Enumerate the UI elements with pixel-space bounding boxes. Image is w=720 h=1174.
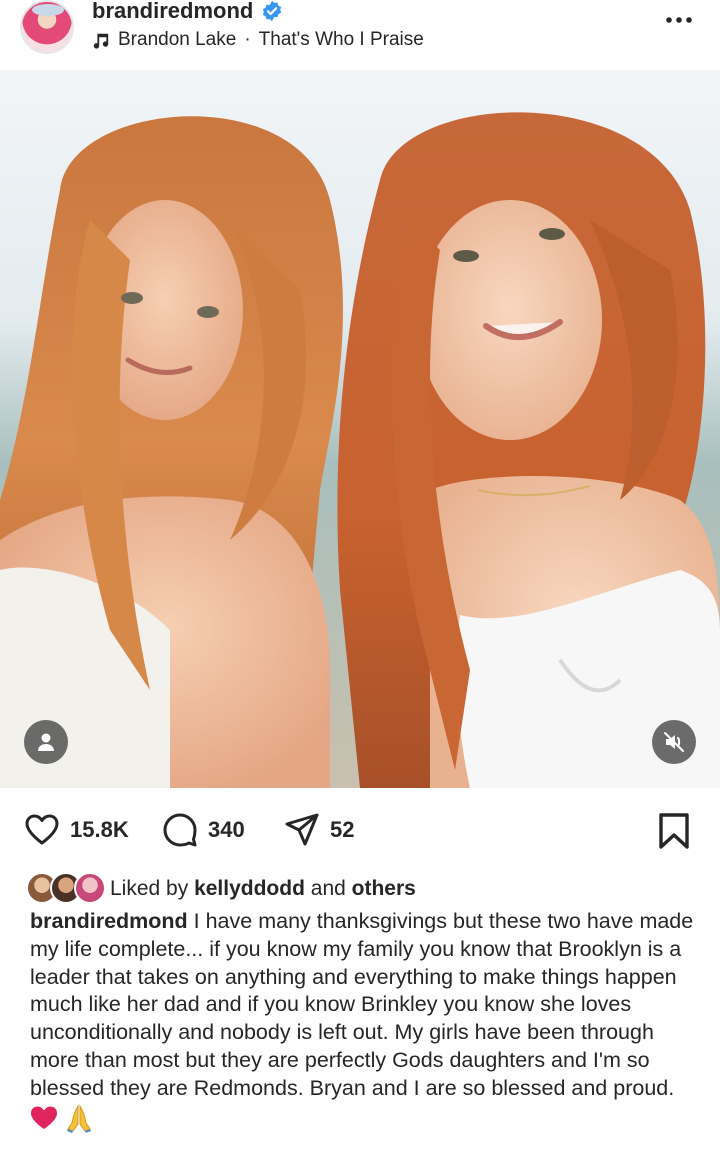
music-note-icon	[93, 33, 109, 49]
music-separator: ·	[244, 29, 251, 50]
username-row: brandiredmond	[92, 0, 283, 24]
liked-by-others[interactable]: others	[352, 877, 416, 901]
caption-text: I have many thanksgivings but these two …	[30, 909, 694, 1100]
speaker-muted-icon	[664, 732, 684, 752]
like-count: 15.8K	[70, 817, 129, 842]
liked-by-row[interactable]: Liked by kellyddodd and others	[26, 872, 416, 906]
tagged-users-button[interactable]	[24, 720, 68, 764]
author-avatar[interactable]	[20, 0, 74, 54]
caption-author[interactable]: brandiredmond	[30, 909, 188, 933]
post-photo[interactable]	[0, 70, 720, 788]
red-heart-emoji	[30, 1105, 58, 1139]
more-options-icon[interactable]	[664, 8, 694, 32]
user-tag-icon	[38, 733, 54, 751]
comment-count: 340	[208, 817, 245, 842]
liked-by-joiner: and	[310, 877, 346, 900]
post-actions: 15.8K 340 52	[0, 800, 720, 862]
share-action[interactable]: 52	[284, 812, 354, 848]
bookmark-icon[interactable]	[656, 812, 692, 850]
music-attribution[interactable]: Brandon Lake · That's Who I Praise	[92, 29, 424, 51]
heart-icon	[25, 814, 59, 845]
liked-by-user[interactable]: kellyddodd	[194, 877, 305, 901]
mute-toggle-button[interactable]	[652, 720, 696, 764]
comment-icon	[163, 813, 197, 847]
photo-illustration	[0, 70, 720, 788]
share-count: 52	[330, 817, 355, 842]
verified-badge-icon	[263, 0, 282, 22]
liked-by-prefix: Liked by	[110, 877, 189, 900]
comment-action[interactable]: 340	[162, 812, 245, 848]
author-username[interactable]: brandiredmond	[92, 0, 253, 24]
post-header: brandiredmond Brandon Lake · That's Who …	[0, 0, 720, 70]
send-icon	[285, 813, 319, 846]
folded-hands-emoji	[64, 1103, 94, 1141]
music-artist: Brandon Lake	[118, 29, 237, 50]
post-caption: brandiredmond I have many thanksgivings …	[30, 908, 700, 1140]
liker-avatar	[74, 872, 106, 904]
like-action[interactable]: 15.8K	[24, 812, 129, 848]
liked-by-avatars	[26, 872, 108, 906]
music-title: That's Who I Praise	[258, 29, 424, 50]
